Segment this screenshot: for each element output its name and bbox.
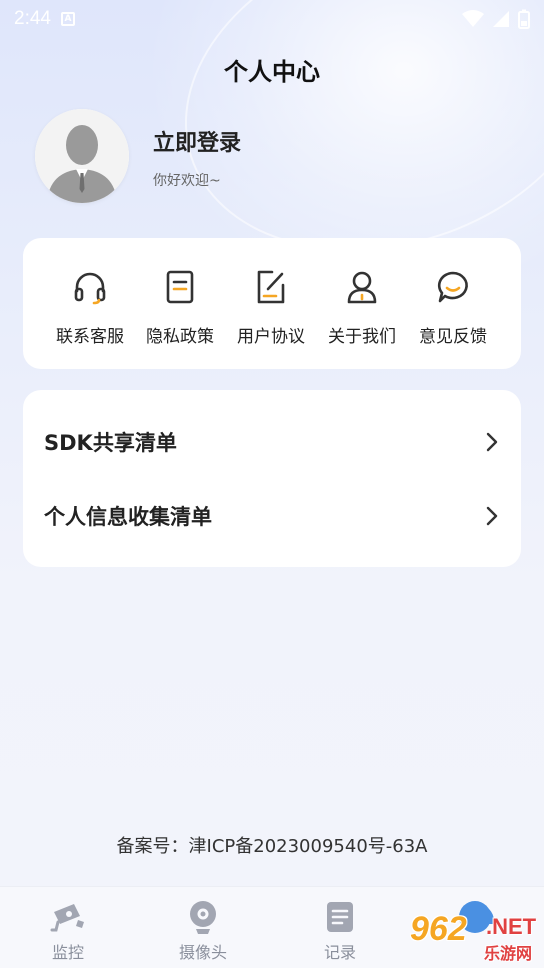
nav-tab-label: 摄像头 (178, 943, 227, 962)
list-item-label: 个人信息收集清单 (44, 505, 212, 529)
status-bar: 2:44 A (0, 0, 544, 38)
quick-link-user-agreement[interactable]: 用户协议 (226, 268, 316, 347)
site-watermark-logo: 962 .NET 乐游网 (404, 904, 544, 964)
avatar[interactable] (35, 109, 129, 203)
login-button[interactable]: 立即登录 (153, 125, 241, 157)
list-item-personal-info-collection[interactable]: 个人信息收集清单 (23, 480, 521, 552)
notification-badge-icon: A (60, 12, 75, 26)
quick-link-label: 联系客服 (56, 327, 124, 347)
headset-icon (74, 272, 106, 305)
default-avatar-icon (35, 109, 129, 203)
page-title: 个人中心 (224, 58, 320, 86)
quick-link-customer-service[interactable]: 联系客服 (45, 268, 135, 347)
nav-tab-label: 监控 (51, 943, 84, 962)
status-icons (462, 9, 530, 29)
quick-links-card: 联系客服 隐私政策 用户协议 关于我们 意见反馈 (23, 238, 521, 369)
list-item-label: SDK共享清单 (44, 431, 177, 455)
chevron-right-icon (486, 432, 498, 452)
document-icon (166, 270, 194, 304)
watermark-number: 962 (410, 910, 467, 948)
quick-link-label: 意见反馈 (419, 327, 487, 347)
record-list-icon (327, 902, 353, 932)
signal-icon (493, 11, 509, 27)
status-time: 2:44 (14, 8, 51, 29)
list-item-sdk-sharing[interactable]: SDK共享清单 (23, 406, 521, 478)
watermark-suffix: .NET (486, 914, 537, 939)
nav-tab-camera[interactable]: 摄像头 (158, 899, 248, 963)
chat-bubble-icon (437, 271, 468, 303)
battery-icon (518, 9, 530, 29)
edit-document-icon (257, 270, 285, 304)
quick-link-about-us[interactable]: 关于我们 (317, 268, 407, 347)
welcome-text: 你好欢迎~ (153, 173, 221, 189)
quick-link-label: 关于我们 (328, 327, 396, 347)
webcam-icon (190, 901, 216, 934)
camera-surveillance-icon (50, 904, 84, 932)
wifi-icon (462, 10, 484, 27)
nav-tab-records[interactable]: 记录 (295, 899, 385, 963)
watermark-site-name: 乐游网 (484, 944, 533, 963)
icp-record-text: 备案号：津ICP备2023009540号-63A (116, 836, 428, 857)
quick-link-label: 隐私政策 (146, 327, 214, 347)
nav-tab-label: 记录 (323, 943, 356, 962)
user-icon (347, 271, 377, 304)
quick-link-label: 用户协议 (237, 327, 305, 347)
chevron-right-icon (486, 506, 498, 526)
quick-link-feedback[interactable]: 意见反馈 (408, 268, 498, 347)
nav-tab-monitor[interactable]: 监控 (23, 899, 113, 963)
quick-link-privacy-policy[interactable]: 隐私政策 (135, 268, 225, 347)
info-list-card: SDK共享清单 个人信息收集清单 (23, 390, 521, 567)
